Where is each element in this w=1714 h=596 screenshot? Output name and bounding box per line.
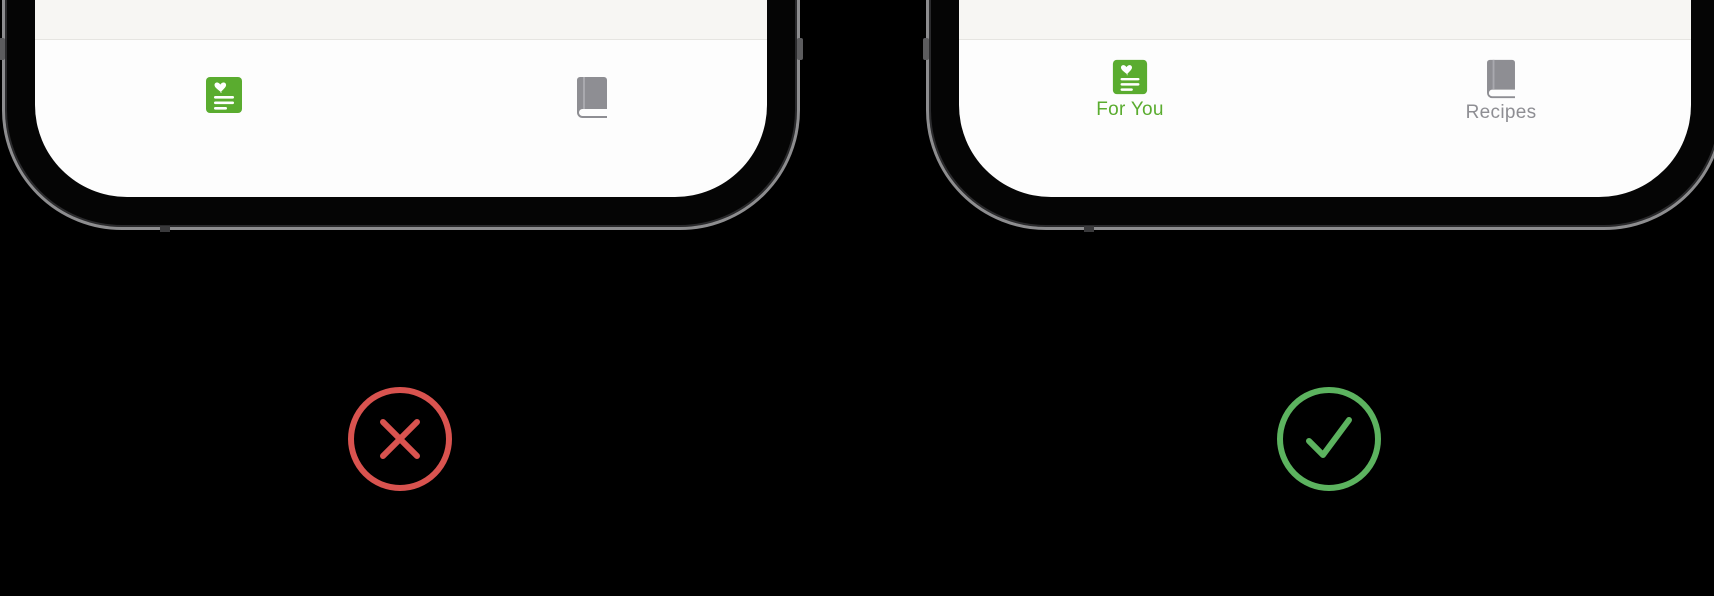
tab-recipes[interactable] — [532, 75, 652, 122]
tab-bar — [35, 40, 767, 170]
antenna-seam — [160, 226, 170, 232]
phone-mockup-labeled: For You Recipes — [923, 0, 1714, 232]
book-icon — [577, 77, 607, 118]
x-circle-icon — [348, 387, 452, 491]
phone-mockup-icons-only — [0, 0, 803, 232]
tab-recipes[interactable]: Recipes — [1441, 58, 1561, 124]
phone-screen: For You Recipes — [959, 0, 1691, 197]
tab-for-you[interactable]: For You — [1070, 58, 1190, 121]
content-area — [959, 0, 1691, 40]
phone-screen — [35, 0, 767, 197]
book-icon — [1487, 59, 1515, 99]
for-you-icon — [1112, 59, 1148, 95]
checkmark-circle-icon — [1277, 387, 1381, 491]
side-button — [0, 38, 5, 60]
side-button — [797, 38, 803, 60]
for-you-icon — [206, 77, 242, 113]
tab-bar: For You Recipes — [959, 40, 1691, 170]
tab-for-you[interactable] — [164, 75, 284, 118]
content-area — [35, 0, 767, 40]
tab-label-for-you: For You — [1096, 99, 1164, 120]
tab-label-recipes: Recipes — [1465, 102, 1537, 123]
side-button — [923, 38, 929, 60]
antenna-seam — [1084, 226, 1094, 232]
